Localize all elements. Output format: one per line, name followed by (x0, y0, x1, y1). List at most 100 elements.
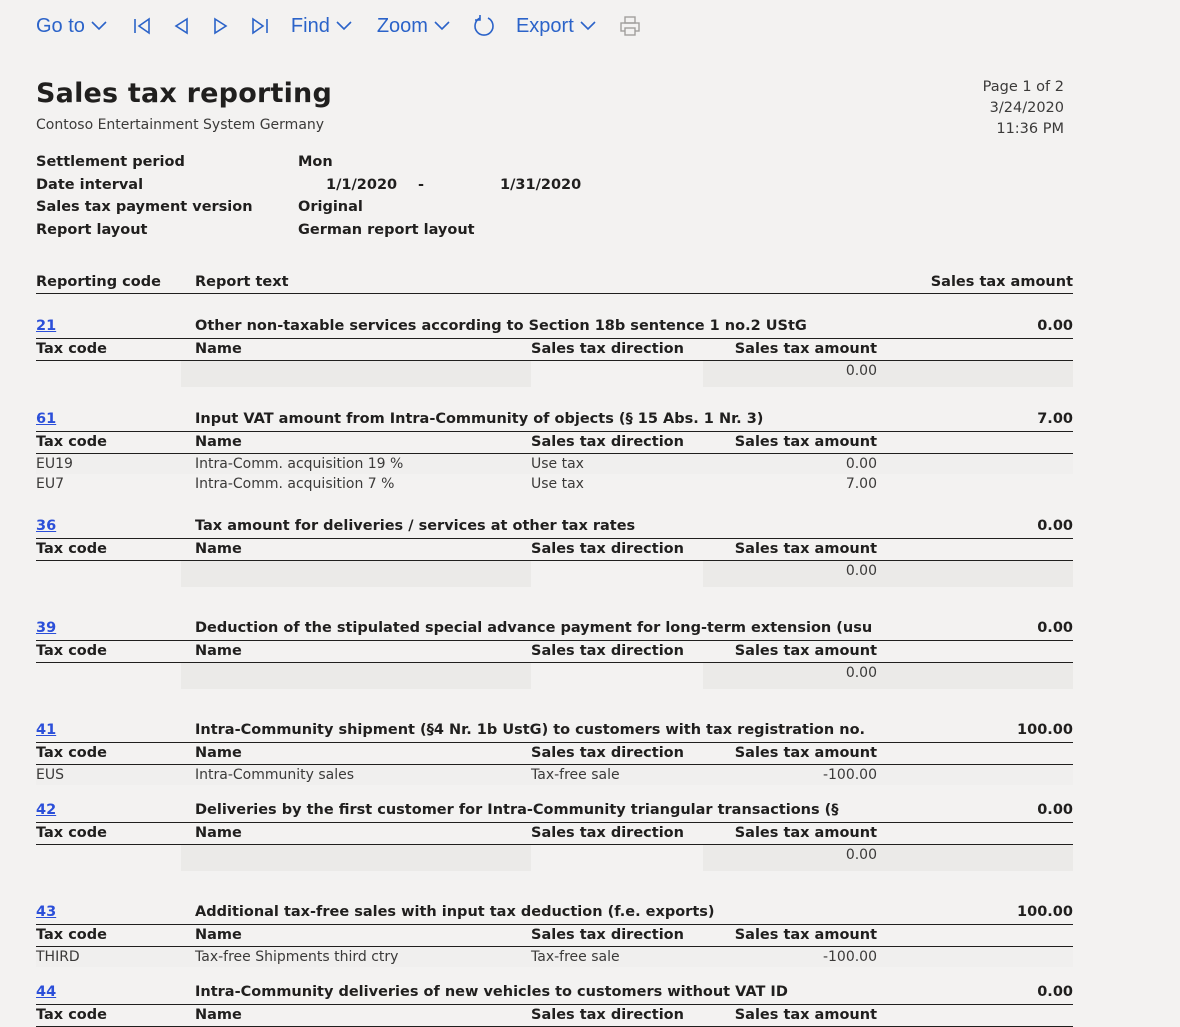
param-label: Report layout (36, 221, 148, 238)
detail-row: 0.00 (36, 561, 1073, 587)
section-amount: 100.00 (1017, 904, 1073, 920)
page-number: Page 1 of 2 (982, 79, 1064, 95)
detail-column-header: Tax code Name Sales tax direction Sales tax… (36, 925, 1073, 947)
param-value: Mon (298, 154, 333, 170)
column-direction: Sales tax direction (531, 927, 684, 943)
zoom-label: Zoom (376, 14, 428, 37)
tax-amount-value: 0.00 (845, 563, 877, 579)
param-report-layout: Report layout German report layout (36, 219, 736, 242)
reporting-code-link[interactable]: 41 (36, 722, 56, 738)
section-amount: 7.00 (1037, 411, 1073, 427)
report-section: 36 Tax amount for deliveries / services a… (36, 516, 1073, 587)
tax-amount-value: 0.00 (845, 847, 877, 863)
previous-page-icon[interactable] (173, 17, 189, 35)
refresh-icon[interactable] (472, 14, 496, 38)
print-icon[interactable] (618, 14, 642, 38)
company-name: Contoso Entertainment System Germany (36, 117, 325, 133)
section-header-row: 21 Other non-taxable services according t… (36, 316, 1073, 339)
chevron-down-icon (434, 21, 450, 31)
section-header-row: 44 Intra-Community deliveries of new vehi… (36, 982, 1073, 1005)
section-amount: 0.00 (1037, 318, 1073, 334)
empty-cell-shade (181, 845, 531, 871)
report-parameters: Settlement period Mon Date interval 1/1/… (36, 151, 736, 241)
column-name: Name (195, 927, 242, 943)
empty-cell-shade (703, 845, 1073, 871)
detail-row: 0.00 (36, 845, 1073, 871)
tax-amount-value: 0.00 (845, 665, 877, 681)
report-section: 61 Input VAT amount from Intra-Community … (36, 409, 1073, 494)
detail-row: THIRD Tax-free Shipments third ctry Tax-fr… (36, 947, 1073, 967)
reporting-code-link[interactable]: 36 (36, 518, 56, 534)
reporting-code-link[interactable]: 21 (36, 318, 56, 334)
report-date: 3/24/2020 (989, 100, 1064, 116)
column-amount: Sales tax amount (734, 1007, 877, 1023)
column-reporting-code: Reporting code (36, 274, 161, 290)
report-text: Deliveries by the first customer for Int… (195, 802, 839, 818)
detail-row: EUS Intra-Community sales Tax-free sale -10… (36, 765, 1073, 785)
column-tax-code: Tax code (36, 745, 107, 761)
param-value: German report layout (298, 221, 475, 238)
report-column-header: Reporting code Report text Sales tax amo… (36, 272, 1073, 294)
report-title: Sales tax reporting (36, 78, 332, 109)
detail-column-header: Tax code Name Sales tax direction Sales tax… (36, 743, 1073, 765)
param-label: Sales tax payment version (36, 199, 253, 215)
chevron-down-icon (336, 21, 352, 31)
column-direction: Sales tax direction (531, 825, 684, 841)
column-amount: Sales tax amount (734, 541, 877, 557)
report-sections: 21 Other non-taxable services according t… (36, 316, 1073, 1027)
first-page-icon[interactable] (133, 17, 151, 35)
reporting-code-link[interactable]: 61 (36, 411, 56, 427)
column-tax-code: Tax code (36, 1007, 107, 1023)
column-name: Name (195, 825, 242, 841)
report-text: Intra-Community deliveries of new vehicl… (195, 984, 788, 1000)
column-report-text: Report text (195, 274, 289, 290)
export-label: Export (515, 14, 574, 37)
column-direction: Sales tax direction (531, 1007, 684, 1023)
column-tax-code: Tax code (36, 927, 107, 943)
report-section: 21 Other non-taxable services according t… (36, 316, 1073, 387)
reporting-code-link[interactable]: 42 (36, 802, 56, 818)
export-menu[interactable]: Export (516, 15, 596, 38)
column-tax-code: Tax code (36, 541, 107, 557)
report-section: 39 Deduction of the stipulated special ad… (36, 618, 1073, 689)
page-info: Page 1 of 2 3/24/2020 11:36 PM (983, 77, 1064, 140)
section-header-row: 42 Deliveries by the first customer for I… (36, 800, 1073, 823)
empty-cell-shade (181, 361, 531, 387)
tax-direction-value: Use tax (531, 456, 584, 472)
reporting-code-link[interactable]: 39 (36, 620, 56, 636)
report-text: Intra-Community shipment (§4 Nr. 1b UstG… (195, 722, 866, 738)
last-page-icon[interactable] (251, 17, 269, 35)
column-name: Name (195, 434, 242, 450)
find-menu[interactable]: Find (291, 15, 352, 38)
param-value: Original (298, 199, 363, 215)
param-label: Settlement period (36, 154, 185, 170)
column-tax-code: Tax code (36, 825, 107, 841)
param-value-from: 1/1/2020 (326, 176, 398, 193)
chevron-down-icon (91, 21, 107, 31)
report-text: Tax amount for deliveries / services at … (195, 518, 636, 534)
empty-cell-shade (703, 361, 1073, 387)
report-time: 11:36 PM (996, 121, 1064, 137)
go-to-menu[interactable]: Go to (36, 15, 107, 38)
reporting-code-link[interactable]: 44 (36, 984, 56, 1000)
section-header-row: 41 Intra-Community shipment (§4 Nr. 1b Us… (36, 720, 1073, 743)
tax-name-value: Intra-Comm. acquisition 7 % (195, 476, 395, 492)
zoom-menu[interactable]: Zoom (377, 15, 450, 38)
tax-name-value: Tax-free Shipments third ctry (195, 949, 399, 965)
column-direction: Sales tax direction (531, 541, 684, 557)
detail-column-header: Tax code Name Sales tax direction Sales tax… (36, 539, 1073, 561)
detail-column-header: Tax code Name Sales tax direction Sales tax… (36, 339, 1073, 361)
column-amount: Sales tax amount (734, 643, 877, 659)
reporting-code-link[interactable]: 43 (36, 904, 56, 920)
detail-row: 0.00 (36, 663, 1073, 689)
param-settlement-period: Settlement period Mon (36, 151, 736, 174)
detail-column-header: Tax code Name Sales tax direction Sales tax… (36, 641, 1073, 663)
column-amount: Sales tax amount (734, 927, 877, 943)
column-direction: Sales tax direction (531, 643, 684, 659)
column-tax-code: Tax code (36, 643, 107, 659)
next-page-icon[interactable] (213, 17, 229, 35)
empty-cell-shade (703, 561, 1073, 587)
column-name: Name (195, 341, 242, 357)
column-sales-tax-amount: Sales tax amount (930, 274, 1073, 290)
section-header-row: 36 Tax amount for deliveries / services a… (36, 516, 1073, 539)
